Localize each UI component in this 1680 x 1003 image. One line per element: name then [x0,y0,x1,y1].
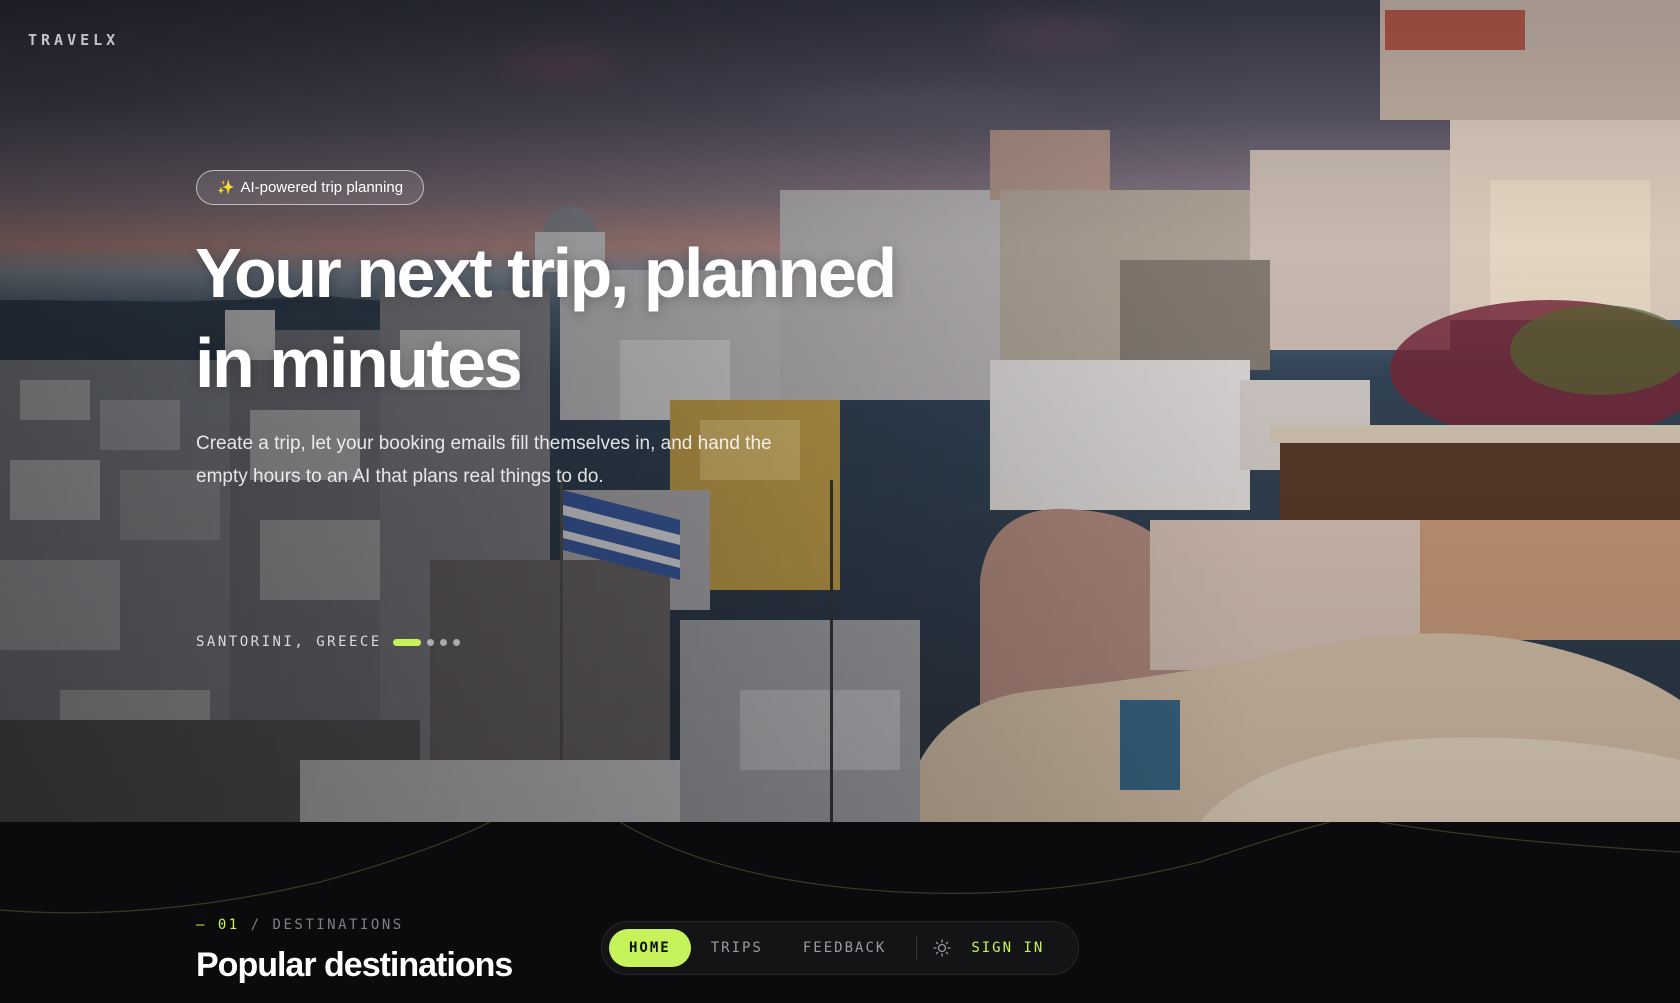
nav-divider [916,936,918,960]
hero-headline-line2: in minutes [195,324,523,402]
carousel-dot[interactable] [453,639,460,646]
sparkles-icon: ✨ [217,179,235,195]
hero-headline: Your next trip, planned in minutes [195,228,1015,408]
hero-subtitle: Create a trip, let your booking emails f… [196,427,876,493]
hero-subtitle-line1: Create a trip, let your booking emails f… [196,433,772,454]
location-label: SANTORINI, GREECE [196,634,382,650]
ai-badge-label: AI-powered trip planning [240,179,404,196]
sign-in-button[interactable]: SIGN IN [957,929,1058,967]
ai-badge: ✨ AI-powered trip planning [196,170,425,205]
section-number: — 01 [196,917,240,933]
nav-home[interactable]: HOME [609,929,691,967]
brand-logo[interactable]: TRAVELX [28,31,119,49]
carousel-dot[interactable] [440,639,447,646]
section-title: Popular destinations [196,946,513,984]
hero-subtitle-line2: empty hours to an AI that plans real thi… [196,466,604,487]
hero-headline-line1: Your next trip, planned [195,234,897,312]
carousel-dot[interactable] [427,639,434,646]
carousel-dot-active[interactable] [393,639,421,646]
nav-feedback[interactable]: FEEDBACK [783,929,906,967]
carousel-dots [393,639,460,646]
hero-section: TRAVELX ✨ AI-powered trip planning Your … [0,0,1680,822]
nav-trips[interactable]: TRIPS [691,929,783,967]
hero-overlay [0,0,1680,822]
section-tag: — 01 / DESTINATIONS [196,917,404,933]
section-label: DESTINATIONS [272,917,404,933]
section-divider: / [250,917,262,933]
main-nav: HOME TRIPS FEEDBACK SIGN IN [601,921,1079,975]
destinations-section: — 01 / DESTINATIONS Popular destinations… [0,822,1680,1003]
sun-icon[interactable] [927,929,957,967]
